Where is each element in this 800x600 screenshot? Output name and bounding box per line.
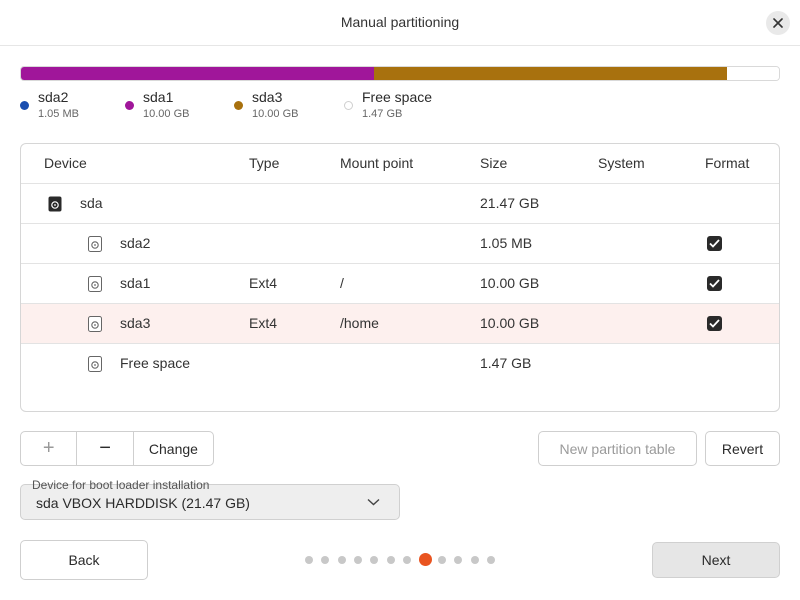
cell-device: Free space: [120, 355, 191, 371]
legend-label: sda3: [252, 89, 283, 105]
bootloader-device-label: Device for boot loader installation: [32, 478, 210, 492]
usage-segment: [374, 67, 728, 80]
legend-size: 10.00 GB: [252, 108, 299, 120]
column-header-size[interactable]: Size: [480, 144, 507, 184]
cell-size: 1.05 MB: [480, 235, 533, 251]
cell-device: sda1: [120, 275, 151, 291]
partition-usage-bar: [20, 66, 780, 81]
step-dot: [353, 556, 362, 564]
format-checkbox[interactable]: [707, 236, 722, 251]
column-header-type[interactable]: Type: [249, 144, 279, 184]
cell-type: Ext4: [249, 315, 278, 331]
title-bar: Manual partitioning: [0, 0, 800, 46]
table-row[interactable]: sda 21.47 GB: [21, 184, 779, 224]
partition-icon: [88, 356, 102, 372]
table-row[interactable]: sda2 1.05 MB: [21, 224, 779, 264]
bootloader-device-value: sda VBOX HARDDISK (21.47 GB): [36, 495, 250, 511]
usage-segment: [21, 67, 375, 80]
revert-button[interactable]: Revert: [705, 431, 780, 466]
step-dot: [438, 556, 447, 564]
close-icon: [773, 18, 783, 28]
step-dot: [454, 556, 463, 564]
next-button[interactable]: Next: [652, 542, 780, 578]
step-dot: [487, 556, 495, 564]
step-dot-current: [419, 553, 433, 566]
legend-size: 1.47 GB: [362, 108, 403, 120]
chevron-down-icon: [367, 498, 380, 506]
remove-partition-button[interactable]: −: [77, 432, 134, 465]
legend-size: 1.05 MB: [38, 108, 79, 120]
table-row[interactable]: sda1 Ext4 / 10.00 GB: [21, 264, 779, 304]
table-header: Device Type Mount point Size System Form…: [21, 144, 779, 184]
partition-edit-buttons: + − Change: [20, 431, 214, 466]
cell-type: Ext4: [249, 275, 278, 291]
step-dot: [321, 556, 330, 564]
partition-icon: [88, 316, 102, 332]
legend-label: Free space: [362, 89, 433, 105]
cell-device: sda: [80, 195, 103, 211]
back-button[interactable]: Back: [20, 540, 148, 580]
legend-swatch: [344, 101, 353, 110]
legend-label: sda1: [143, 89, 174, 105]
step-dot: [370, 556, 379, 564]
table-row[interactable]: sda3 Ext4/home 10.00 GB: [21, 304, 779, 344]
column-header-mount-point[interactable]: Mount point: [340, 144, 413, 184]
partition-icon: [88, 276, 102, 292]
format-checkbox[interactable]: [707, 276, 722, 291]
legend-swatch: [234, 101, 243, 110]
cell-size: 10.00 GB: [480, 315, 540, 331]
format-checkbox[interactable]: [707, 316, 722, 331]
column-header-format[interactable]: Format: [705, 144, 749, 184]
legend-swatch: [20, 101, 29, 110]
column-header-device[interactable]: Device: [44, 144, 87, 184]
partition-icon: [88, 236, 102, 252]
step-dot: [386, 556, 395, 564]
step-dot: [402, 556, 411, 564]
usage-segment: [727, 67, 779, 80]
add-partition-button[interactable]: +: [21, 432, 78, 465]
partition-table: Device Type Mount point Size System Form…: [20, 143, 780, 412]
cell-size: 10.00 GB: [480, 275, 540, 291]
step-dot: [305, 556, 313, 564]
change-partition-button[interactable]: Change: [134, 432, 213, 465]
cell-device: sda2: [120, 235, 151, 251]
legend-size: 10.00 GB: [143, 108, 190, 120]
step-dot: [470, 556, 479, 564]
legend-swatch: [125, 101, 134, 110]
cell-size: 21.47 GB: [480, 195, 540, 211]
partition-legend: sda2 1.05 MB sda1 10.00 GB sda3 10.00 GB Free …: [20, 89, 780, 129]
cell-mount-point: /home: [340, 315, 379, 331]
step-dot: [337, 556, 346, 564]
cell-device: sda3: [120, 315, 151, 331]
close-button[interactable]: [766, 11, 790, 35]
disk-icon: [48, 196, 62, 212]
new-partition-table-button[interactable]: New partition table: [538, 431, 697, 466]
window-title: Manual partitioning: [340, 14, 460, 30]
cell-mount-point: /: [340, 275, 344, 291]
cell-size: 1.47 GB: [480, 355, 532, 371]
legend-label: sda2: [38, 89, 69, 105]
column-header-system[interactable]: System: [598, 144, 645, 184]
table-row[interactable]: Free space 1.47 GB: [21, 344, 779, 384]
